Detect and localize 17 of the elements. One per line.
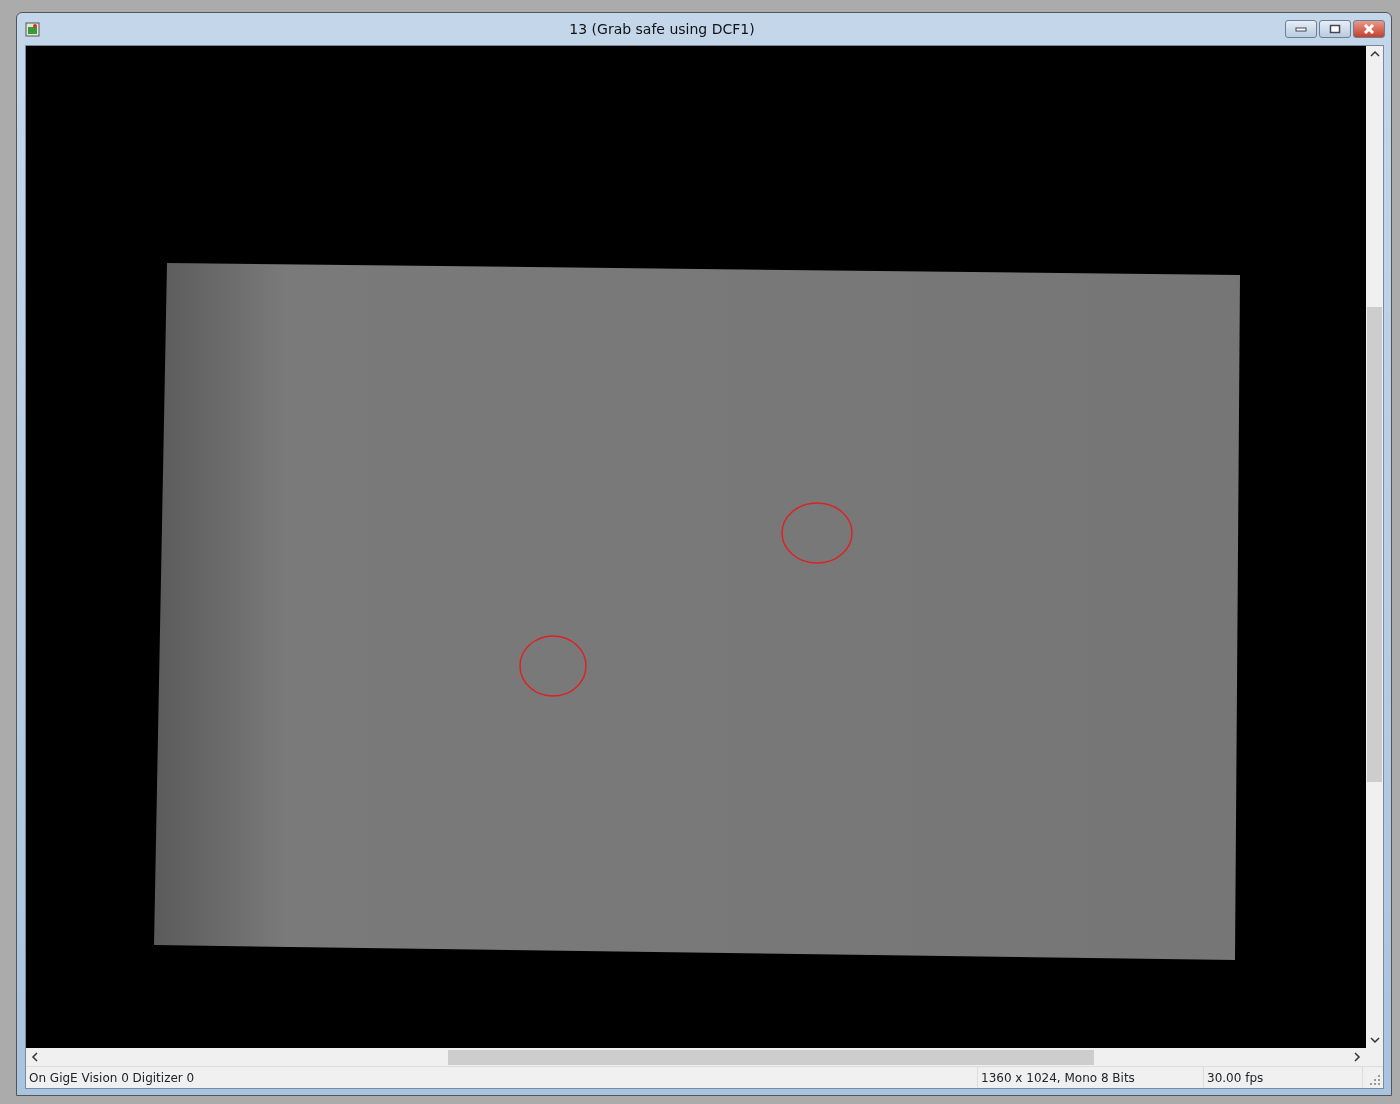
- marker-circle: [519, 635, 587, 697]
- status-text: 30.00 fps: [1207, 1071, 1264, 1085]
- scroll-right-icon[interactable]: [1353, 1052, 1361, 1062]
- status-text: 1360 x 1024, Mono 8 Bits: [981, 1071, 1135, 1085]
- status-text: On GigE Vision 0 Digitizer 0: [29, 1071, 195, 1085]
- scroll-left-icon[interactable]: [31, 1052, 39, 1062]
- window-title: 13 (Grab safe using DCF1): [569, 20, 755, 37]
- close-button[interactable]: [1353, 20, 1385, 38]
- scroll-down-icon[interactable]: [1369, 1036, 1380, 1044]
- resize-grip-icon[interactable]: [1370, 1075, 1380, 1085]
- scroll-up-icon[interactable]: [1369, 50, 1380, 58]
- maximize-icon: [1329, 24, 1341, 34]
- maximize-button[interactable]: [1319, 20, 1351, 38]
- app-icon: [25, 21, 41, 37]
- minimize-icon: [1295, 26, 1307, 32]
- close-icon: [1363, 24, 1375, 34]
- marker-circle: [781, 502, 853, 564]
